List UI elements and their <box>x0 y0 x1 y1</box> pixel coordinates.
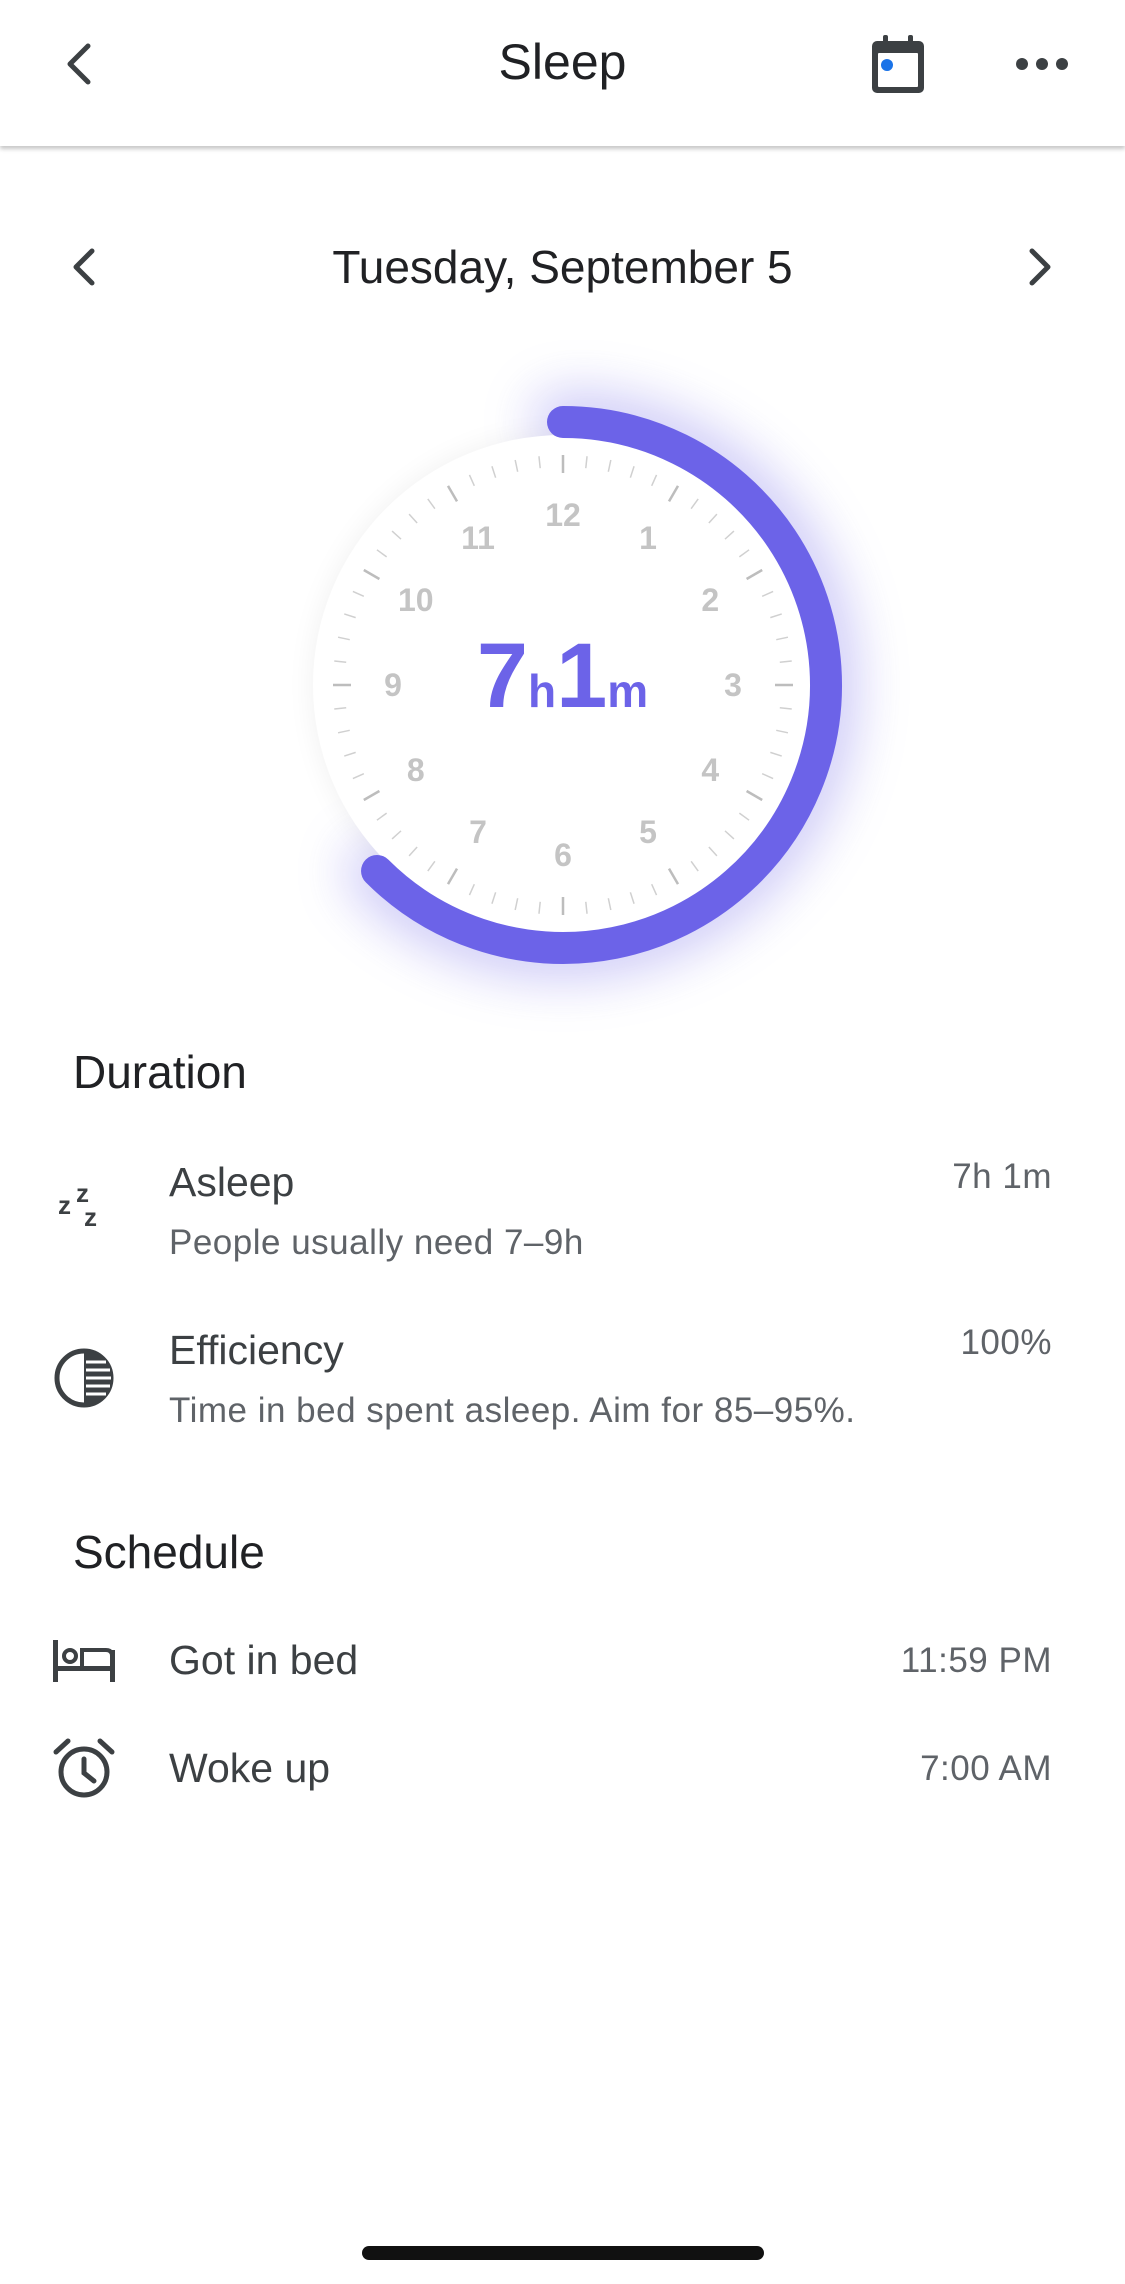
efficiency-value: 100% <box>960 1323 1052 1362</box>
dial-number: 1 <box>639 520 657 556</box>
duration-hours: 7 <box>476 625 528 727</box>
page-title: Sleep <box>498 34 627 90</box>
got-in-bed-label: Got in bed <box>169 1637 359 1683</box>
next-day-button[interactable] <box>998 225 1082 309</box>
woke-up-label: Woke up <box>169 1745 331 1791</box>
more-horizontal-icon <box>1016 58 1068 70</box>
dial-number: 4 <box>701 752 719 788</box>
home-indicator[interactable] <box>362 2246 764 2260</box>
dial-number: 8 <box>407 752 425 788</box>
dial-number: 6 <box>554 837 572 873</box>
got-in-bed-row[interactable]: Got in bed 11:59 PM <box>0 1620 1125 1700</box>
efficiency-subtitle: Time in bed spent asleep. Aim for 85–95%… <box>169 1391 856 1430</box>
duration-minutes: 1 <box>556 625 608 727</box>
duration-minutes-unit: m <box>607 665 649 717</box>
got-in-bed-value: 11:59 PM <box>900 1641 1052 1680</box>
chevron-right-icon <box>1029 248 1051 286</box>
calendar-button[interactable] <box>856 22 940 106</box>
asleep-label: Asleep <box>169 1159 295 1205</box>
bed-icon <box>44 1620 124 1700</box>
duration-hours-unit: h <box>527 665 557 717</box>
calendar-icon <box>872 35 924 93</box>
woke-up-row[interactable]: Woke up 7:00 AM <box>0 1728 1125 1808</box>
svg-text:z: z <box>84 1202 97 1228</box>
app-bar: Sleep <box>0 0 1125 146</box>
schedule-section-title: Schedule <box>73 1526 265 1578</box>
efficiency-icon <box>44 1338 124 1418</box>
dial-number: 2 <box>701 582 719 618</box>
more-options-button[interactable] <box>1000 22 1084 106</box>
duration-section-title: Duration <box>73 1046 247 1098</box>
efficiency-label: Efficiency <box>169 1327 344 1373</box>
asleep-row[interactable]: z z z Asleep People usually need 7–9h 7h… <box>0 1150 1125 1280</box>
dial-number: 11 <box>461 520 495 556</box>
sleep-dial: 12 1 2 3 4 5 6 7 8 9 10 11 7h1m <box>0 340 1125 1040</box>
asleep-value: 7h 1m <box>952 1157 1052 1196</box>
svg-text:z: z <box>58 1190 71 1220</box>
dial-number: 5 <box>639 814 657 850</box>
sleep-duration-display: 7h1m <box>0 630 1125 722</box>
date-label: Tuesday, September 5 <box>332 241 793 293</box>
alarm-clock-icon <box>44 1728 124 1808</box>
asleep-subtitle: People usually need 7–9h <box>169 1223 584 1262</box>
date-navigation: Tuesday, September 5 <box>0 225 1125 309</box>
zzz-icon: z z z <box>44 1160 124 1240</box>
woke-up-value: 7:00 AM <box>920 1749 1052 1788</box>
dial-number: 7 <box>469 814 487 850</box>
efficiency-row[interactable]: Efficiency Time in bed spent asleep. Aim… <box>0 1318 1125 1448</box>
dial-number: 10 <box>398 582 434 618</box>
dial-number: 12 <box>545 497 581 533</box>
